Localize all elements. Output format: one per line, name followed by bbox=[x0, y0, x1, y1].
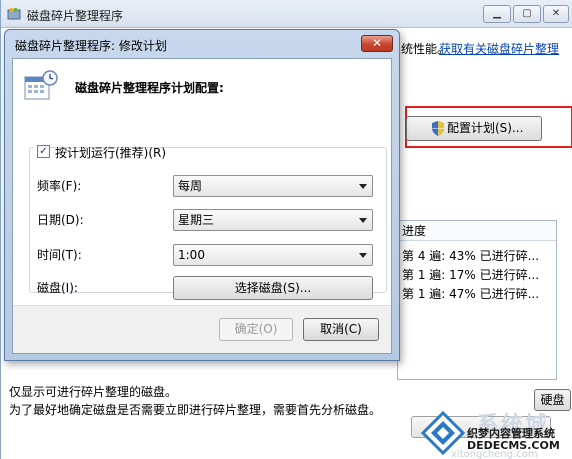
progress-column-header[interactable]: 进度 bbox=[398, 221, 556, 241]
chevron-down-icon bbox=[359, 184, 367, 189]
time-label: 时间(T): bbox=[37, 248, 82, 262]
chevron-down-icon bbox=[359, 218, 367, 223]
ok-button[interactable]: 确定(O) bbox=[219, 318, 293, 341]
dialog-footer: 确定(O) 取消(C) bbox=[13, 305, 391, 353]
progress-list: 进度 第 4 遍: 43% 已进行碎... 第 1 遍: 17% 已进行碎...… bbox=[397, 220, 557, 380]
modify-schedule-dialog: 磁盘碎片整理程序: 修改计划 ✕ 磁盘碎片整理程序计划配置: ✓ 按计划运行(推… bbox=[4, 29, 400, 361]
disks-label: 磁盘(I): bbox=[37, 281, 78, 295]
select-disks-button[interactable]: 选择磁盘(S)... bbox=[173, 276, 373, 300]
watermark-url: xitongcheng.com bbox=[451, 449, 538, 459]
dialog-body: 磁盘碎片整理程序计划配置: ✓ 按计划运行(推荐)(R) 频率(F): 每周 日… bbox=[12, 58, 392, 354]
minimize-button[interactable]: ▁ bbox=[483, 5, 511, 23]
configure-schedule-button[interactable]: 配置计划(S)... bbox=[406, 116, 542, 141]
run-on-schedule-label[interactable]: 按计划运行(推荐)(R) bbox=[55, 144, 166, 161]
main-window-title: 磁盘碎片整理程序 bbox=[27, 9, 124, 23]
time-value: 1:00 bbox=[178, 248, 205, 262]
main-close-button[interactable]: ✕ bbox=[543, 5, 569, 23]
analyze-note: 为了最好地确定磁盘是否需要立即进行碎片整理，需要首先分析磁盘。 bbox=[9, 403, 382, 417]
main-titlebar: 磁盘碎片整理程序 ▁ ▢ ✕ bbox=[1, 0, 572, 28]
dialog-title: 磁盘碎片整理程序: 修改计划 bbox=[15, 39, 167, 53]
disk-list-note: 仅显示可进行碎片整理的磁盘。 bbox=[9, 385, 178, 399]
defrag-app-icon bbox=[7, 8, 21, 20]
dialog-close-button[interactable]: ✕ bbox=[361, 35, 393, 52]
time-select[interactable]: 1:00 bbox=[173, 244, 373, 266]
progress-row[interactable]: 第 1 遍: 17% 已进行碎... bbox=[402, 266, 539, 283]
frequency-label: 频率(F): bbox=[37, 179, 82, 193]
progress-row[interactable]: 第 1 遍: 47% 已进行碎... bbox=[402, 285, 539, 302]
frequency-value: 每周 bbox=[178, 179, 203, 193]
run-on-schedule-option[interactable]: ✓ 按计划运行(推荐)(R) bbox=[33, 143, 166, 161]
dialog-heading: 磁盘碎片整理程序计划配置: bbox=[75, 81, 224, 95]
run-on-schedule-checkbox[interactable]: ✓ bbox=[37, 145, 50, 158]
day-select[interactable]: 星期三 bbox=[173, 209, 373, 231]
learn-more-link[interactable]: 获取有关磁盘碎片整理 bbox=[439, 40, 559, 57]
uac-shield-icon bbox=[432, 121, 444, 136]
frequency-select[interactable]: 每周 bbox=[173, 175, 373, 197]
chevron-down-icon bbox=[359, 253, 367, 258]
schedule-calendar-icon bbox=[24, 70, 58, 100]
cancel-button[interactable]: 取消(C) bbox=[303, 318, 379, 341]
day-value: 星期三 bbox=[178, 213, 215, 227]
day-label: 日期(D): bbox=[37, 213, 84, 227]
watermark: 系统城 织梦内容管理系统 DEDECMS.COM xitongcheng.com bbox=[421, 405, 572, 459]
progress-row[interactable]: 第 4 遍: 43% 已进行碎... bbox=[402, 247, 539, 264]
maximize-button[interactable]: ▢ bbox=[513, 5, 541, 23]
